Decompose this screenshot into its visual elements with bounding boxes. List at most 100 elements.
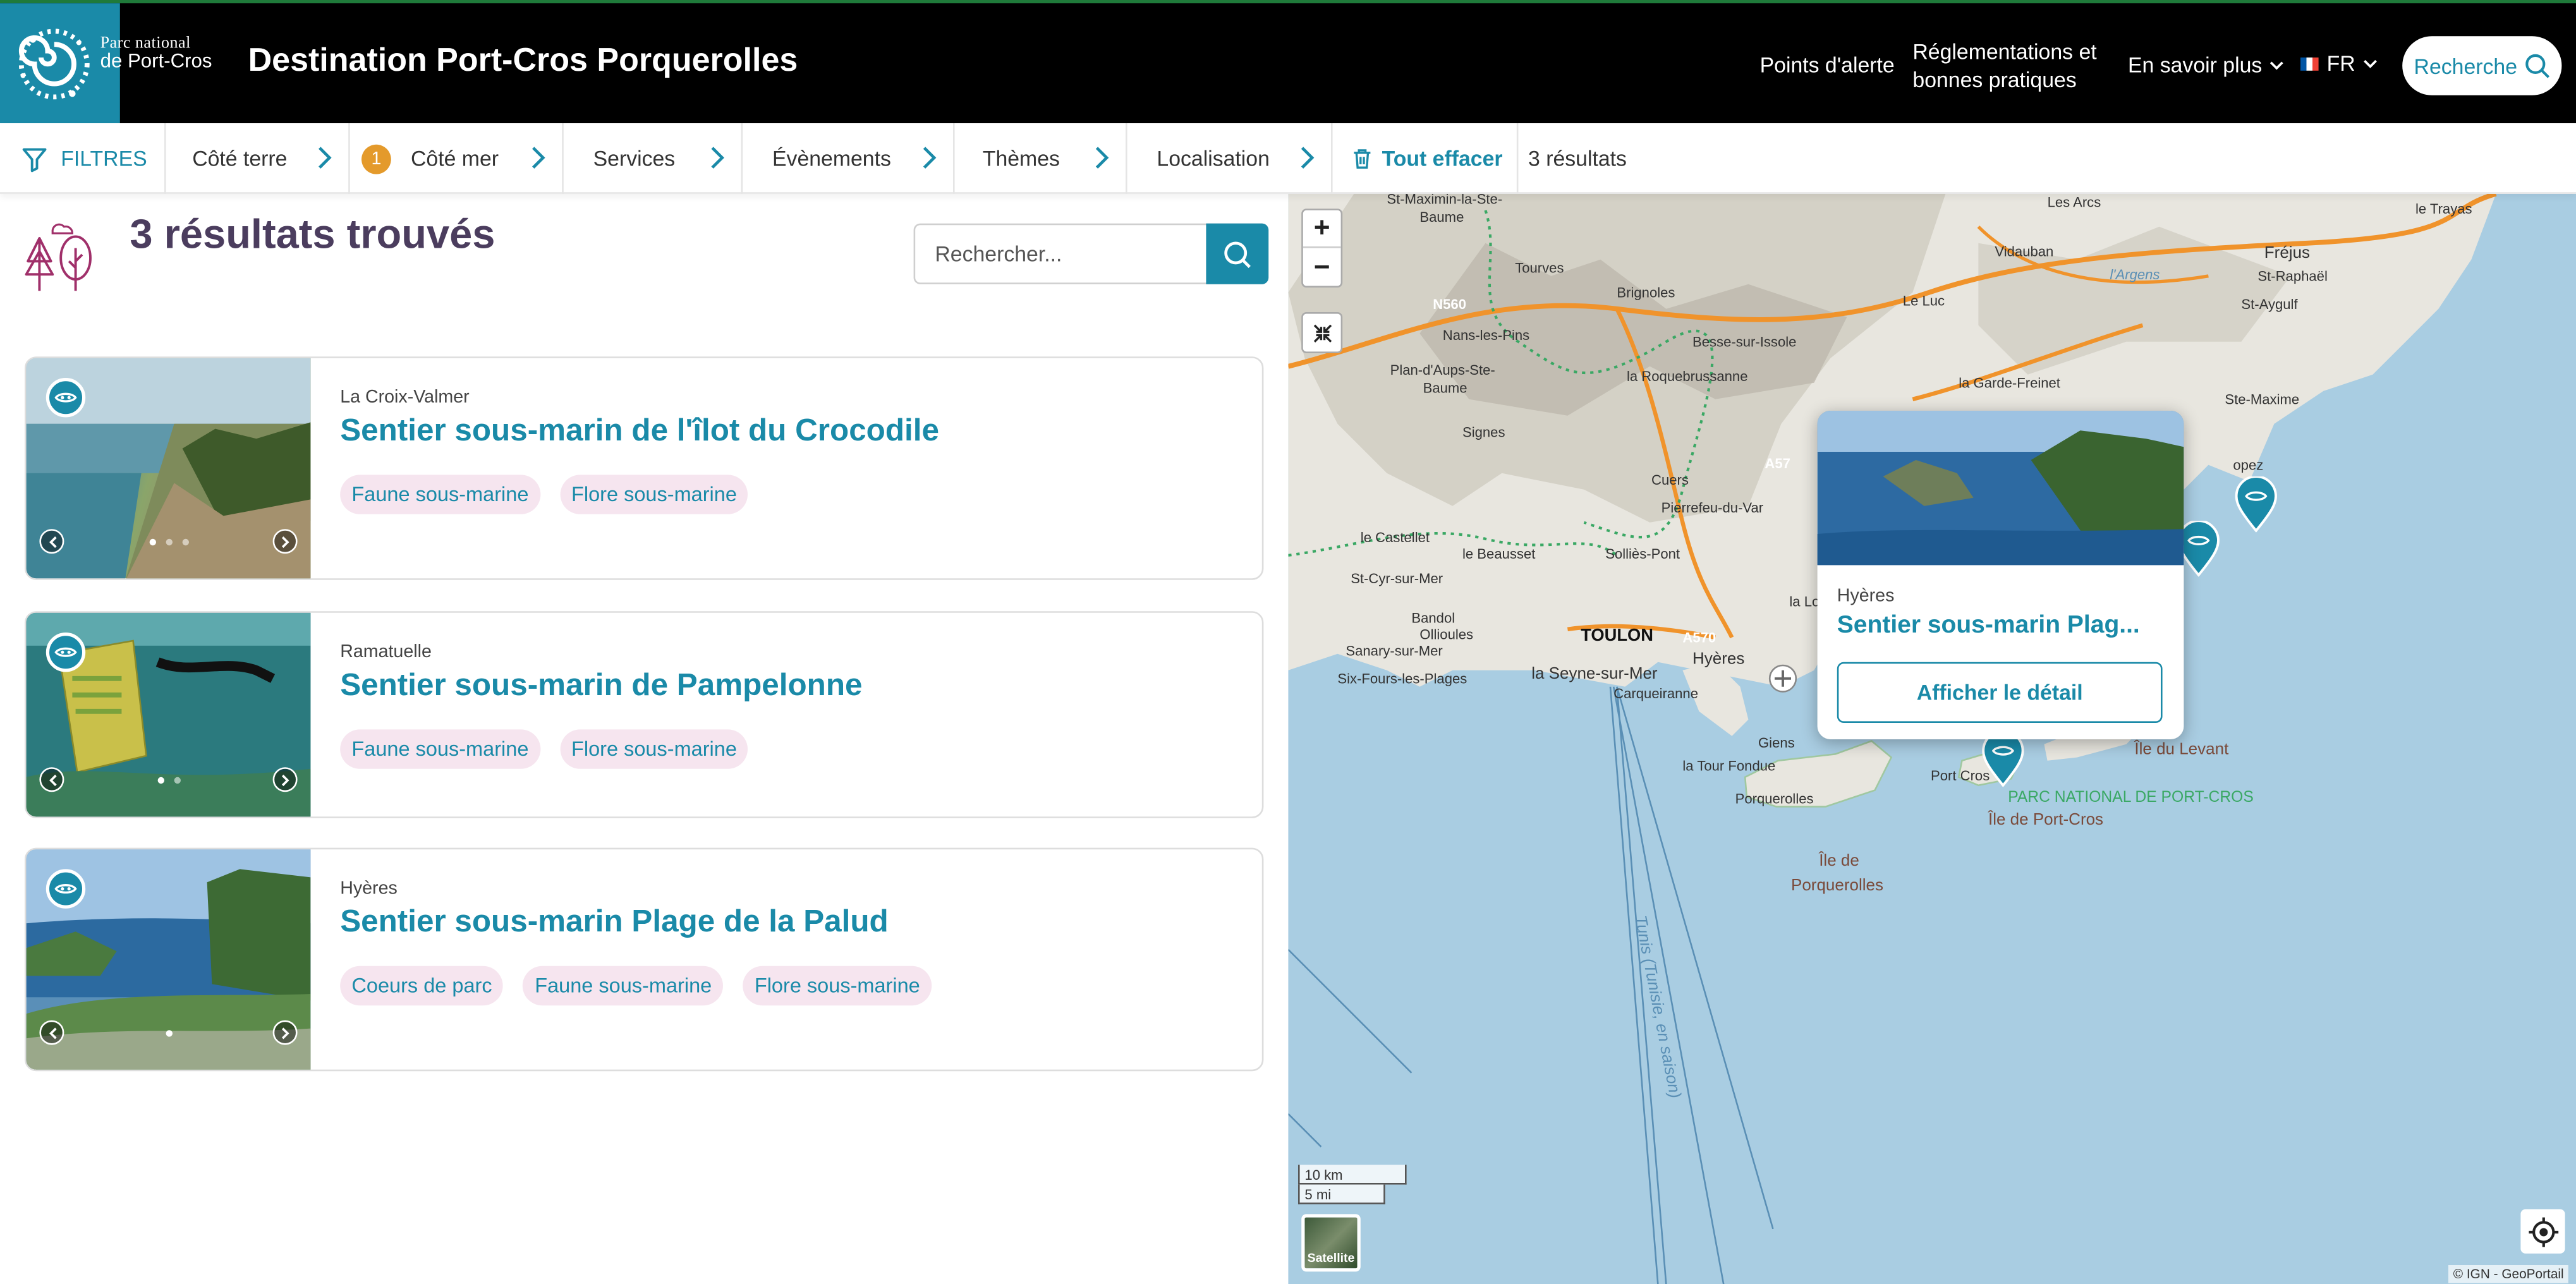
french-flag-icon (2300, 56, 2319, 70)
chevron-right-icon (319, 147, 332, 169)
map-label: Signes (1462, 425, 1505, 440)
results-title: 3 résultats trouvés (130, 212, 495, 258)
map-label: la Roquebrussanne (1627, 368, 1747, 384)
carousel-dot[interactable] (181, 538, 188, 546)
results-count: 3 résultats (1528, 146, 1627, 171)
scale-mi: 5 mi (1298, 1184, 1385, 1204)
nav-learn-more[interactable]: En savoir plus (2128, 51, 2283, 79)
active-filter-count-badge: 1 (361, 143, 391, 174)
filter-label: Localisation (1157, 146, 1270, 171)
carousel-dots (27, 777, 311, 784)
result-card[interactable]: La Croix-Valmer Sentier sous-marin de l'… (25, 356, 1264, 580)
tag: Faune sous-marine (340, 729, 540, 769)
filter-services[interactable]: Services (564, 123, 743, 194)
map-label: Tourves (1515, 260, 1564, 276)
filters-toggle[interactable]: FILTRES (0, 123, 166, 194)
filter-cote-mer[interactable]: 1 Côté mer (350, 123, 564, 194)
card-location: La Croix-Valmer (340, 387, 470, 408)
search-icon (2525, 54, 2549, 78)
card-location: Ramatuelle (340, 642, 432, 662)
carousel-next-button[interactable] (272, 767, 298, 792)
filter-evenements[interactable]: Évènements (743, 123, 955, 194)
nav-regulations-line1: Réglementations et (1912, 39, 2097, 64)
card-title[interactable]: Sentier sous-marin de Pampelonne (340, 669, 862, 705)
map-label: le Trayas (2415, 201, 2472, 217)
map-label: Tunis (Tunisie, en saison) (1631, 914, 1686, 1099)
site-title[interactable]: Destination Port-Cros Porquerolles (248, 43, 798, 81)
map-label: Le Luc (1903, 293, 1945, 309)
map-label: opez (2233, 457, 2263, 473)
carousel-dot[interactable] (165, 538, 172, 546)
map-label: Les Arcs (2048, 195, 2101, 210)
filters-label: FILTRES (61, 146, 147, 171)
filter-label: Côté mer (411, 146, 499, 171)
map-label: St-Raphaël (2257, 269, 2327, 284)
clear-all-label: Tout effacer (1382, 146, 1503, 171)
map-label: Île de Port-Cros (1988, 809, 2103, 828)
satellite-toggle[interactable]: Satellite (1301, 1214, 1361, 1272)
map-label: Vidauban (1995, 244, 2053, 260)
map-label: Cuers (1651, 472, 1689, 488)
geolocate-button[interactable] (2520, 1209, 2565, 1254)
nav-alert-points[interactable]: Points d'alerte (1760, 51, 1895, 79)
results-search-submit[interactable] (1206, 223, 1269, 284)
card-photo[interactable] (26, 358, 311, 579)
map-pin-snorkel-icon[interactable] (1980, 731, 2026, 787)
filter-localisation[interactable]: Localisation (1127, 123, 1333, 194)
carousel-next-button[interactable] (272, 1020, 298, 1045)
chevron-down-icon (2364, 59, 2378, 68)
show-detail-button[interactable]: Afficher le détail (1837, 662, 2163, 723)
tag: Coeurs de parc (340, 966, 504, 1006)
carousel-dot[interactable] (149, 538, 155, 546)
nav-regulations[interactable]: Réglementations et bonnes pratiques (1912, 38, 2096, 94)
results-search-input[interactable] (915, 225, 1208, 283)
zoom-in-button[interactable]: + (1303, 210, 1341, 248)
map-label: St-Maximin-la-Ste- (1387, 194, 1502, 207)
carousel-dot[interactable] (165, 1030, 172, 1037)
popup-title[interactable]: Sentier sous-marin Plag... (1837, 611, 2166, 639)
carousel-dot[interactable] (157, 777, 164, 784)
map-label: le Beausset (1462, 546, 1535, 562)
map-label: la Garde-Freinet (1959, 375, 2060, 391)
filter-themes[interactable]: Thèmes (955, 123, 1127, 194)
filter-label: Côté terre (192, 146, 288, 171)
tag: Flore sous-marine (559, 729, 749, 769)
results-search-box (913, 223, 1269, 284)
zoom-out-button[interactable]: − (1303, 248, 1341, 286)
chevron-down-icon (2269, 61, 2283, 70)
map-label: le Castellet (1361, 530, 1430, 545)
map-pin-snorkel-icon[interactable] (2233, 476, 2279, 533)
satellite-label: Satellite (1307, 1250, 1355, 1265)
chevron-right-icon (532, 147, 545, 169)
filter-cote-terre[interactable]: Côté terre (166, 123, 350, 194)
filter-bar: FILTRES Côté terre 1 Côté mer Services É… (0, 123, 2576, 194)
card-photo[interactable] (26, 849, 311, 1070)
result-card[interactable]: Hyères Sentier sous-marin Plage de la Pa… (25, 847, 1264, 1072)
popup-photo (1817, 411, 2184, 566)
map-label: Porquerolles (1791, 875, 1883, 894)
tag: Flore sous-marine (559, 475, 749, 514)
map-label: Solliès-Pont (1605, 546, 1680, 562)
clear-all-button[interactable]: Tout effacer (1333, 123, 1519, 194)
card-title[interactable]: Sentier sous-marin Plage de la Palud (340, 905, 889, 942)
logo-line-2: de Port-Cros (100, 49, 212, 73)
filter-funnel-icon (22, 147, 47, 172)
map-label: Giens (1758, 735, 1795, 751)
tag: Faune sous-marine (340, 475, 540, 514)
map-label: Bandol (1411, 610, 1455, 626)
map-label: Carqueiranne (1613, 686, 1698, 701)
nav-learn-more-label: En savoir plus (2127, 52, 2263, 78)
fullscreen-button[interactable] (1301, 312, 1343, 353)
card-tags: Faune sous-marine Flore sous-marine (340, 475, 749, 514)
map-label: Ste-Maxime (2225, 392, 2299, 408)
card-photo[interactable] (26, 612, 311, 817)
result-card[interactable]: Ramatuelle Sentier sous-marin de Pampelo… (25, 611, 1264, 818)
carousel-dot[interactable] (173, 777, 180, 784)
map-label: Baume (1419, 209, 1464, 225)
header-search-button[interactable]: Recherche (2402, 36, 2562, 95)
card-title[interactable]: Sentier sous-marin de l'îlot du Crocodil… (340, 414, 939, 450)
scale-km: 10 km (1298, 1165, 1407, 1185)
carousel-next-button[interactable] (272, 529, 298, 554)
language-selector[interactable]: FR (2300, 51, 2378, 76)
site-header: Parc national de Port-Cros Destination P… (0, 0, 2576, 124)
